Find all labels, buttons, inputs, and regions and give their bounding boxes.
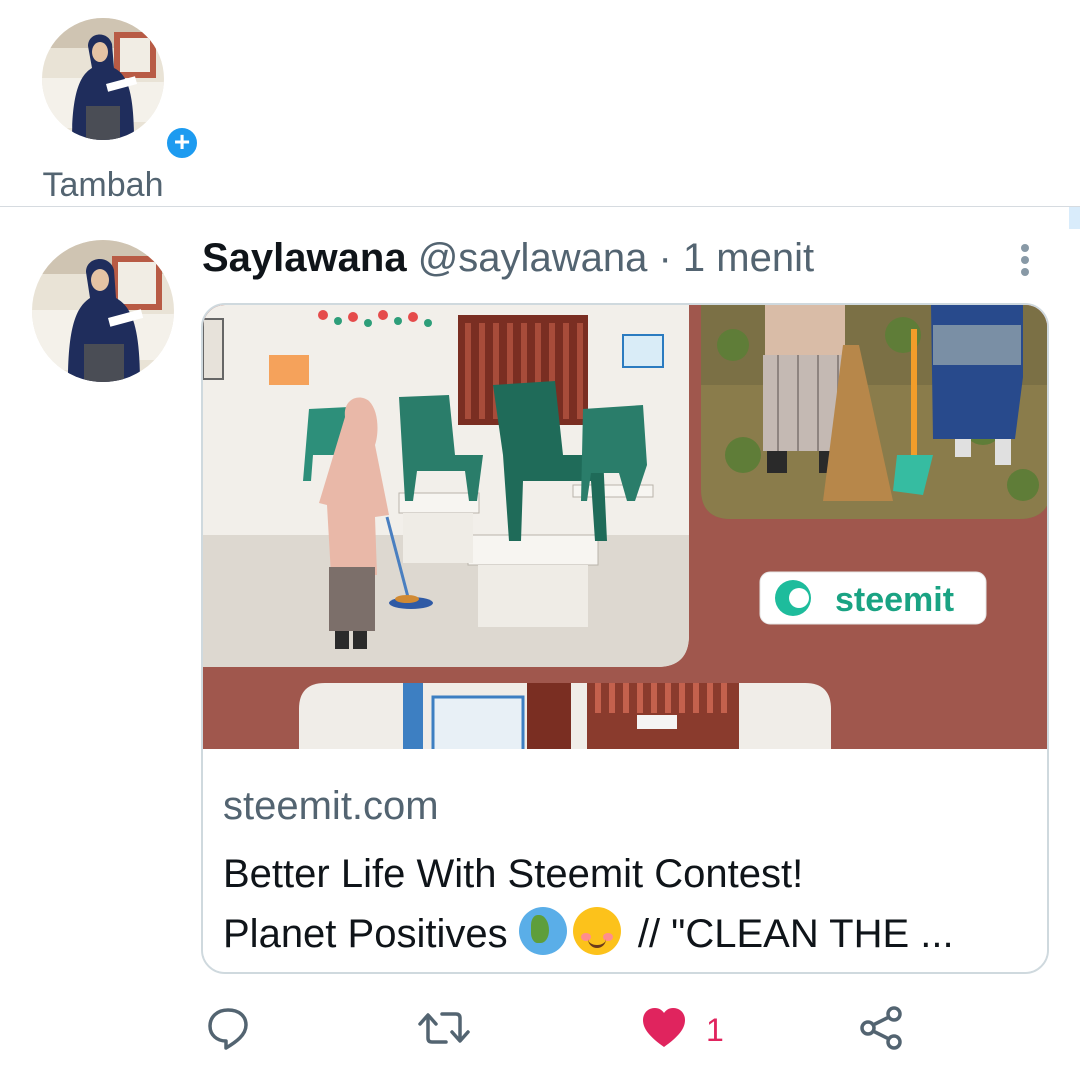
header-separator: · [658, 236, 672, 280]
add-fleet-label: Tambah [42, 166, 164, 204]
reply-icon[interactable] [204, 1004, 252, 1052]
fleets-bar: + Tambah [0, 0, 1080, 207]
like-count: 1 [706, 1012, 724, 1048]
card-body: steemit.com Better Life With Steemit Con… [203, 749, 1047, 972]
add-icon[interactable]: + [163, 124, 201, 162]
author-display-name[interactable]: Saylawana [202, 236, 407, 280]
more-options-icon[interactable] [1008, 238, 1044, 278]
steemit-logo-text: steemit [835, 581, 954, 619]
card-domain: steemit.com [223, 784, 439, 828]
add-fleet-button[interactable]: + Tambah [36, 16, 201, 204]
tweet-timestamp[interactable]: 1 menit [683, 236, 814, 280]
tweet-header: Saylawana @saylawana · 1 menit [202, 236, 962, 284]
link-preview-card[interactable]: steemit steemit.com Better Life With Ste… [201, 303, 1049, 974]
user-avatar [42, 18, 164, 140]
card-title-line-2-rest: // "CLEAN THE ... [626, 912, 954, 956]
author-handle[interactable]: @saylawana [418, 236, 648, 280]
card-title-line-2: Planet Positives // "CLEAN THE ... [223, 904, 1033, 964]
tweet-action-bar: 1 [200, 1000, 920, 1056]
retweet-icon[interactable] [418, 1004, 470, 1052]
card-title: Better Life With Steemit Contest! Planet… [223, 844, 1033, 964]
author-avatar[interactable] [32, 240, 174, 382]
scrollbar-thumb[interactable] [1069, 207, 1080, 229]
smiling-face-emoji-icon [572, 907, 621, 955]
card-title-line-1: Better Life With Steemit Contest! [223, 852, 804, 896]
card-image: steemit [203, 305, 1047, 749]
like-button[interactable]: 1 [640, 1004, 750, 1052]
share-icon[interactable] [858, 1004, 906, 1052]
globe-emoji-icon [518, 907, 567, 955]
card-title-line-2-text: Planet Positives [223, 912, 508, 956]
heart-icon [643, 1008, 685, 1047]
